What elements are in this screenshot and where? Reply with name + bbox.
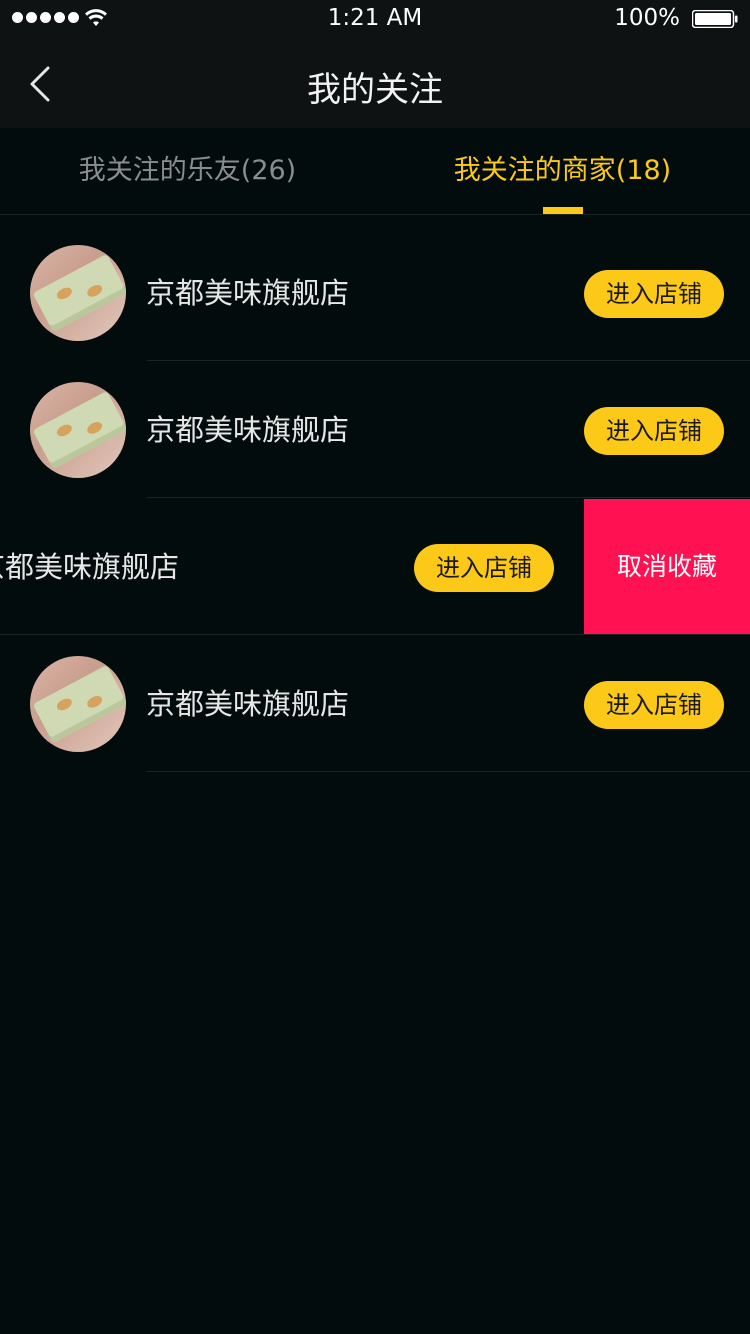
tab-bar: 我关注的乐友(26) 我关注的商家(18) (0, 128, 750, 215)
shop-name: 京都美味旗舰店 (0, 550, 180, 584)
list-item-content: 京都美味旗舰店 进入店铺 (0, 499, 580, 635)
shop-avatar (30, 245, 126, 341)
active-tab-indicator (543, 207, 583, 214)
shop-avatar (30, 382, 126, 478)
shop-name: 京都美味旗舰店 (146, 413, 350, 447)
status-bar: 1:21 AM 100% (0, 0, 750, 40)
battery-icon (692, 10, 738, 28)
list-item[interactable]: 京都美味旗舰店 进入店铺 (0, 636, 750, 772)
unfavorite-button[interactable]: 取消收藏 (584, 499, 750, 635)
row-divider (147, 360, 750, 361)
page-title: 我的关注 (307, 70, 443, 110)
shop-name: 京都美味旗舰店 (146, 276, 350, 310)
enter-shop-button[interactable]: 进入店铺 (414, 544, 554, 592)
row-divider (147, 497, 750, 498)
list-item[interactable]: 京都美味旗舰店 进入店铺 (0, 362, 750, 498)
navigation-bar: 我的关注 (0, 40, 750, 128)
enter-shop-button[interactable]: 进入店铺 (584, 270, 724, 318)
list-item[interactable]: 京都美味旗舰店 进入店铺 (0, 225, 750, 361)
row-divider (0, 634, 750, 635)
enter-shop-button[interactable]: 进入店铺 (584, 681, 724, 729)
tab-followed-friends[interactable]: 我关注的乐友(26) (0, 128, 375, 214)
shop-avatar (30, 656, 126, 752)
list-item-swiped[interactable]: 京都美味旗舰店 进入店铺 取消收藏 (0, 499, 750, 635)
shop-name: 京都美味旗舰店 (146, 687, 350, 721)
battery-percent: 100% (614, 5, 680, 31)
tab-followed-merchants[interactable]: 我关注的商家(18) (375, 128, 750, 214)
row-divider (147, 771, 750, 772)
enter-shop-button[interactable]: 进入店铺 (584, 407, 724, 455)
